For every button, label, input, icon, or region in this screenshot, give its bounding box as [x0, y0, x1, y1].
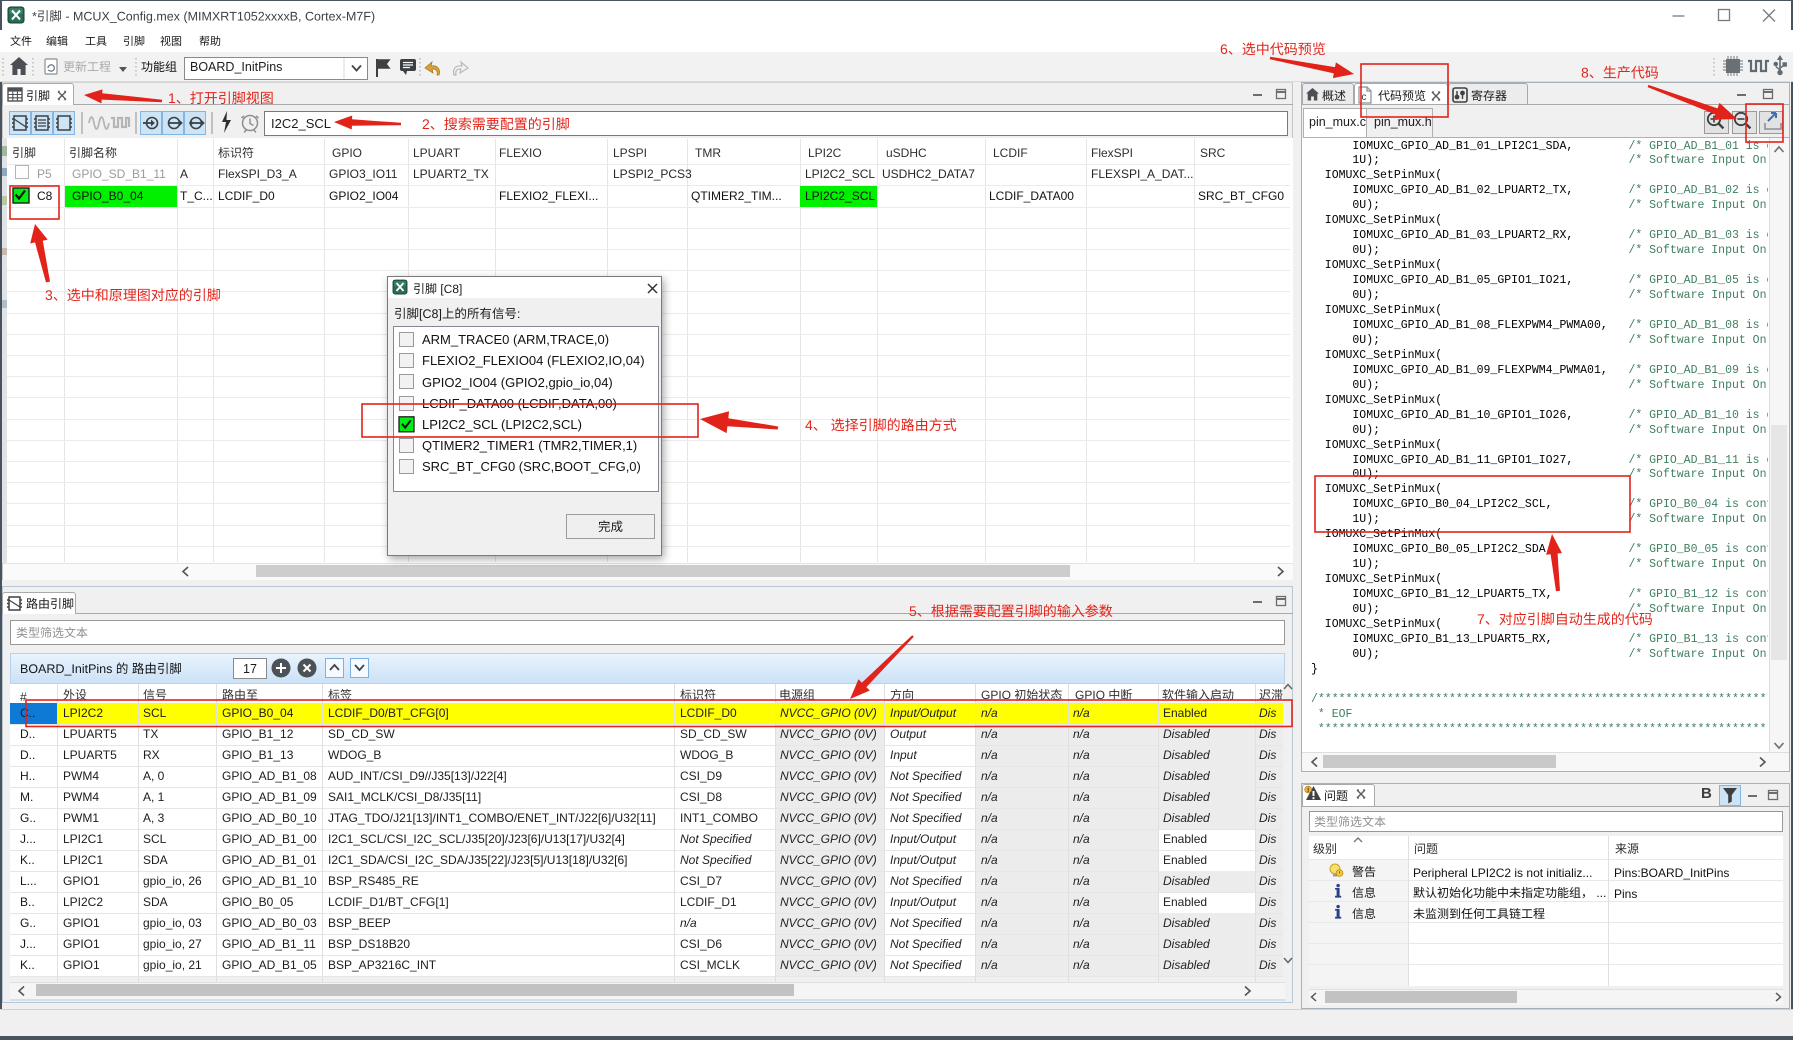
svg-text:c: c [1362, 92, 1367, 103]
